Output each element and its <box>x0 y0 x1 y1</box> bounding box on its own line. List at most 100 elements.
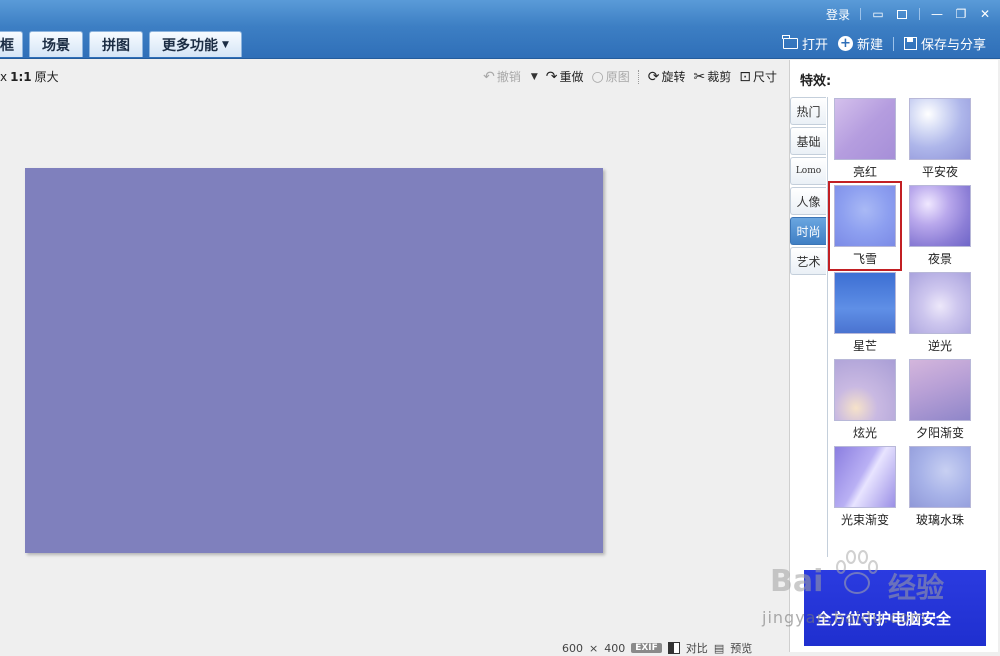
category-basic[interactable]: 基础 <box>790 127 826 155</box>
undo-button[interactable]: ↶ 撤销 ▼ <box>483 68 538 85</box>
open-button[interactable]: 打开 <box>781 34 828 53</box>
app-header: 登录 ▭ — ❐ ✕ 框 场景 拼图 更多功能 ▼ 打开 + 新建 保存与分享 <box>0 0 1000 59</box>
times-sign: × <box>589 641 599 655</box>
effect-label: 玻璃水珠 <box>915 513 964 527</box>
open-label: 打开 <box>801 38 828 53</box>
status-bar: 600 × 400 EXIF 对比 ▤ 预览 <box>562 640 752 656</box>
effect-thumbnail <box>909 272 971 334</box>
divider <box>892 36 894 51</box>
compare-icon <box>667 642 680 654</box>
category-fashion[interactable]: 时尚 <box>790 217 826 245</box>
caret-down-icon: ▼ <box>222 39 229 50</box>
divider <box>637 69 640 84</box>
close-icon[interactable]: ✕ <box>978 7 992 21</box>
tab-label: 框 <box>0 37 14 54</box>
save-icon <box>903 37 917 50</box>
effect-thumbnail <box>834 359 896 421</box>
effect-thumbnail <box>909 446 971 508</box>
restore-icon[interactable]: ❐ <box>954 7 968 21</box>
original-label: 原图 <box>605 70 630 84</box>
rotate-label: 旋转 <box>661 70 686 84</box>
header-actions: 打开 + 新建 保存与分享 <box>781 34 986 53</box>
image-height: 400 <box>604 641 626 655</box>
redo-button[interactable]: ↷ 重做 <box>546 68 584 85</box>
edit-toolbar: ⅹ 1:1 原大 ↶ 撤销 ▼ ↷ 重做 ○ 原图 ⟳ 旋转 ✂ 裁剪 ⊡ 尺寸 <box>0 64 785 88</box>
divider <box>827 97 828 557</box>
undo-icon: ↶ <box>483 68 495 85</box>
preview-button[interactable]: 预览 <box>730 640 752 656</box>
effect-label: 星芒 <box>852 339 877 353</box>
new-label: 新建 <box>856 38 883 53</box>
original-button[interactable]: ○ 原图 <box>592 68 630 85</box>
effect-label: 平安夜 <box>921 165 958 179</box>
tab-scene[interactable]: 场景 <box>29 31 83 57</box>
selection-highlight <box>828 181 902 271</box>
zoom-control[interactable]: ⅹ 1:1 原大 <box>0 68 59 85</box>
effect-categories: 热门 基础 Lomo 人像 时尚 艺术 <box>790 97 828 277</box>
crop-button[interactable]: ✂ 裁剪 <box>694 68 732 85</box>
original-icon: ○ <box>591 68 604 85</box>
new-button[interactable]: + 新建 <box>837 34 883 53</box>
category-lomo[interactable]: Lomo <box>790 157 826 185</box>
tab-collage[interactable]: 拼图 <box>89 31 143 57</box>
chevron-down-icon[interactable]: ▼ <box>531 72 538 82</box>
effect-item[interactable]: 平安夜 <box>905 98 975 180</box>
effect-item[interactable]: 炫光 <box>830 359 900 441</box>
compare-button[interactable]: 对比 <box>686 640 708 656</box>
effects-panel: 特效: 热门 基础 Lomo 人像 时尚 艺术 亮红 平安夜 飞雪 夜景 星芒 <box>789 60 998 652</box>
minimize-icon[interactable]: — <box>930 7 944 21</box>
effect-item[interactable]: 光束渐变 <box>830 446 900 528</box>
undo-label: 撤销 <box>496 70 521 84</box>
redo-label: 重做 <box>559 70 584 84</box>
photo-canvas[interactable] <box>25 168 603 553</box>
effect-label: 炫光 <box>852 426 877 440</box>
divider <box>919 8 920 20</box>
rotate-button[interactable]: ⟳ 旋转 <box>648 68 686 85</box>
category-art[interactable]: 艺术 <box>790 247 826 275</box>
category-portrait[interactable]: 人像 <box>790 187 826 215</box>
save-share-button[interactable]: 保存与分享 <box>903 34 986 53</box>
skin-icon[interactable] <box>895 7 909 21</box>
panel-title: 特效: <box>800 74 832 89</box>
save-share-label: 保存与分享 <box>920 38 986 53</box>
effect-item[interactable]: 玻璃水珠 <box>905 446 975 528</box>
effect-label: 逆光 <box>927 339 952 353</box>
redo-icon: ↷ <box>545 68 558 85</box>
preview-icon: ▤ <box>713 641 725 655</box>
folder-icon <box>781 35 798 49</box>
effect-thumbnail <box>909 98 971 160</box>
tab-frame[interactable]: 框 <box>0 31 23 57</box>
crop-label: 裁剪 <box>707 70 732 84</box>
login-link[interactable]: 登录 <box>826 6 850 23</box>
tab-label: 场景 <box>42 37 70 54</box>
size-button[interactable]: ⊡ 尺寸 <box>739 68 777 85</box>
tab-label: 更多功能 <box>162 37 218 54</box>
effect-item[interactable]: 亮红 <box>830 98 900 180</box>
ad-banner[interactable]: 全方位守护电脑安全 <box>804 570 986 646</box>
effect-label: 亮红 <box>852 165 877 179</box>
scissors-icon: ✂ <box>693 68 706 85</box>
edit-tools: ↶ 撤销 ▼ ↷ 重做 ○ 原图 ⟳ 旋转 ✂ 裁剪 ⊡ 尺寸 <box>483 68 777 85</box>
effect-label: 夜景 <box>927 252 952 266</box>
effect-item[interactable]: 夕阳渐变 <box>905 359 975 441</box>
tab-more-features[interactable]: 更多功能 ▼ <box>149 31 242 57</box>
main-tabs: 框 场景 拼图 更多功能 ▼ <box>0 31 242 57</box>
resize-icon: ⊡ <box>739 68 751 85</box>
window-controls: 登录 ▭ — ❐ ✕ <box>826 4 992 24</box>
image-width: 600 <box>562 641 583 655</box>
effect-thumbnail <box>834 98 896 160</box>
size-label: 尺寸 <box>752 70 777 84</box>
magnifier-icon: ⅹ <box>0 69 8 84</box>
effect-item[interactable]: 夜景 <box>905 185 975 267</box>
plus-icon: + <box>837 36 853 51</box>
effect-item[interactable]: 逆光 <box>905 272 975 354</box>
rotate-icon: ⟳ <box>647 68 660 85</box>
effect-label: 光束渐变 <box>840 513 889 527</box>
divider <box>860 8 861 20</box>
message-icon[interactable]: ▭ <box>871 7 885 21</box>
effect-item[interactable]: 星芒 <box>830 272 900 354</box>
category-hot[interactable]: 热门 <box>790 97 826 125</box>
effect-thumbnail <box>834 272 896 334</box>
effect-thumbnail <box>909 359 971 421</box>
effect-thumbnail <box>834 446 896 508</box>
